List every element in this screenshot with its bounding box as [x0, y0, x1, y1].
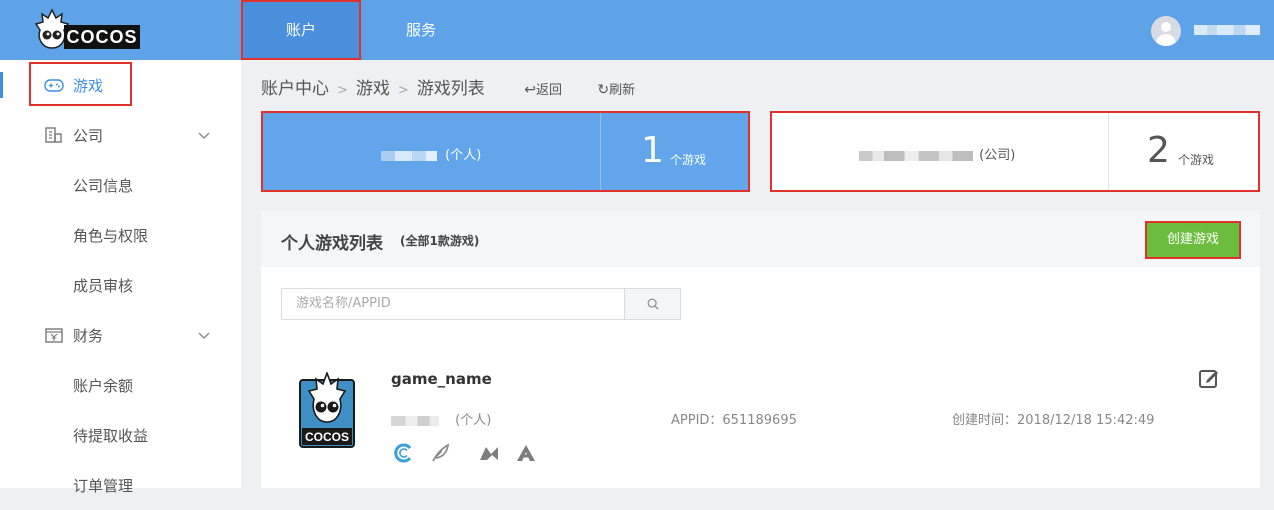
personal-stat-card[interactable]: (个人) 1 个游戏: [261, 111, 750, 192]
sidebar: 游戏 公司 公司信息 角色与权限 成员审核 财务 账户余额 待提取收益 订单管理: [0, 60, 241, 495]
refresh-label: 刷新: [609, 83, 636, 98]
cocos-creator-icon[interactable]: [393, 442, 415, 464]
personal-count-unit: 个游戏: [670, 153, 707, 167]
sidebar-item-label: 财务: [73, 327, 104, 345]
sidebar-item-company-info[interactable]: 公司信息: [0, 160, 241, 210]
chevron-down-icon: [198, 332, 210, 339]
game-owner-type: (个人): [455, 413, 492, 428]
letter-a-platform-icon[interactable]: [515, 442, 537, 464]
tab-account[interactable]: 账户: [241, 0, 361, 60]
company-game-count: 2: [1147, 130, 1170, 171]
sidebar-item-label: 角色与权限: [73, 227, 149, 245]
game-created-time: 创建时间：2018/12/18 15:42:49: [952, 413, 1155, 428]
sidebar-item-balance[interactable]: 账户余额: [0, 360, 241, 410]
finance-icon: [45, 328, 63, 343]
back-icon: ↩: [524, 82, 536, 98]
panel-header: 个人游戏列表 (全部1款游戏) 创建游戏: [261, 210, 1260, 267]
breadcrumb-separator: >: [337, 83, 348, 98]
search-button[interactable]: [624, 288, 681, 320]
sidebar-item-orders[interactable]: 订单管理: [0, 460, 241, 510]
sidebar-item-company[interactable]: 公司: [0, 110, 241, 160]
feather-icon[interactable]: [429, 442, 451, 464]
sidebar-item-label: 待提取收益: [73, 427, 149, 445]
sidebar-item-label: 订单管理: [73, 477, 134, 495]
sidebar-item-member-review[interactable]: 成员审核: [0, 260, 241, 310]
sidebar-item-roles[interactable]: 角色与权限: [0, 210, 241, 260]
sidebar-item-label: 成员审核: [73, 277, 134, 295]
building-icon: [45, 127, 62, 143]
top-bar: COCOS 账户 服务: [0, 0, 1274, 60]
breadcrumb-item[interactable]: 账户中心: [261, 74, 329, 99]
company-count-unit: 个游戏: [1178, 153, 1215, 167]
game-name[interactable]: game_name: [391, 370, 492, 388]
sidebar-item-finance[interactable]: 财务: [0, 310, 241, 360]
game-engine-icon[interactable]: [478, 442, 500, 464]
edit-icon[interactable]: [1198, 367, 1220, 389]
company-type-label: (公司): [979, 148, 1016, 163]
breadcrumb-item[interactable]: 游戏: [356, 74, 390, 99]
highlight-box: [29, 62, 132, 106]
personal-account-name: (个人): [381, 144, 481, 163]
sidebar-item-pending-income[interactable]: 待提取收益: [0, 410, 241, 460]
blurred-name: [859, 150, 973, 161]
game-list-panel: 个人游戏列表 (全部1款游戏) 创建游戏 游戏名称/APPID COCOS ga…: [261, 210, 1260, 488]
user-avatar-icon[interactable]: [1151, 16, 1181, 46]
sidebar-item-label: 公司: [73, 127, 104, 145]
back-label: 返回: [535, 83, 562, 98]
blurred-name: [381, 150, 437, 161]
game-owner: (个人): [391, 409, 491, 428]
chevron-down-icon: [198, 132, 210, 139]
breadcrumb-item: 游戏列表: [416, 79, 485, 99]
personal-type-label: (个人): [445, 148, 482, 163]
breadcrumb-separator: >: [397, 83, 409, 98]
game-logo-icon[interactable]: COCOS: [299, 372, 355, 448]
stat-divider: [600, 113, 601, 190]
blurred-owner: [391, 415, 439, 426]
user-name-blurred[interactable]: [1194, 25, 1260, 35]
game-appid: APPID：651189695: [671, 413, 797, 428]
refresh-button[interactable]: ↻刷新: [597, 79, 635, 98]
logo-text: COCOS: [64, 25, 140, 49]
create-game-button[interactable]: 创建游戏: [1145, 221, 1241, 259]
sidebar-item-label: 公司信息: [73, 177, 134, 195]
search-input[interactable]: 游戏名称/APPID: [281, 288, 625, 320]
tab-service[interactable]: 服务: [361, 0, 481, 60]
breadcrumb: 账户中心 > 游戏 > 游戏列表 ↩返回 ↻刷新: [261, 74, 635, 99]
cocos-logo[interactable]: COCOS: [34, 8, 144, 50]
back-button[interactable]: ↩返回: [524, 79, 562, 98]
game-count-label: (全部1款游戏): [400, 234, 480, 248]
stat-divider: [1108, 113, 1109, 190]
panel-title: 个人游戏列表: [281, 234, 383, 254]
personal-game-count: 1: [641, 130, 664, 171]
sidebar-item-label: 账户余额: [73, 377, 134, 395]
company-stat-card[interactable]: (公司) 2 个游戏: [770, 111, 1260, 192]
search-icon: [647, 298, 659, 310]
company-account-name: (公司): [859, 144, 1015, 163]
game-logo-text: COCOS: [305, 430, 349, 444]
refresh-icon: ↻: [597, 82, 610, 98]
active-indicator: [0, 72, 3, 98]
